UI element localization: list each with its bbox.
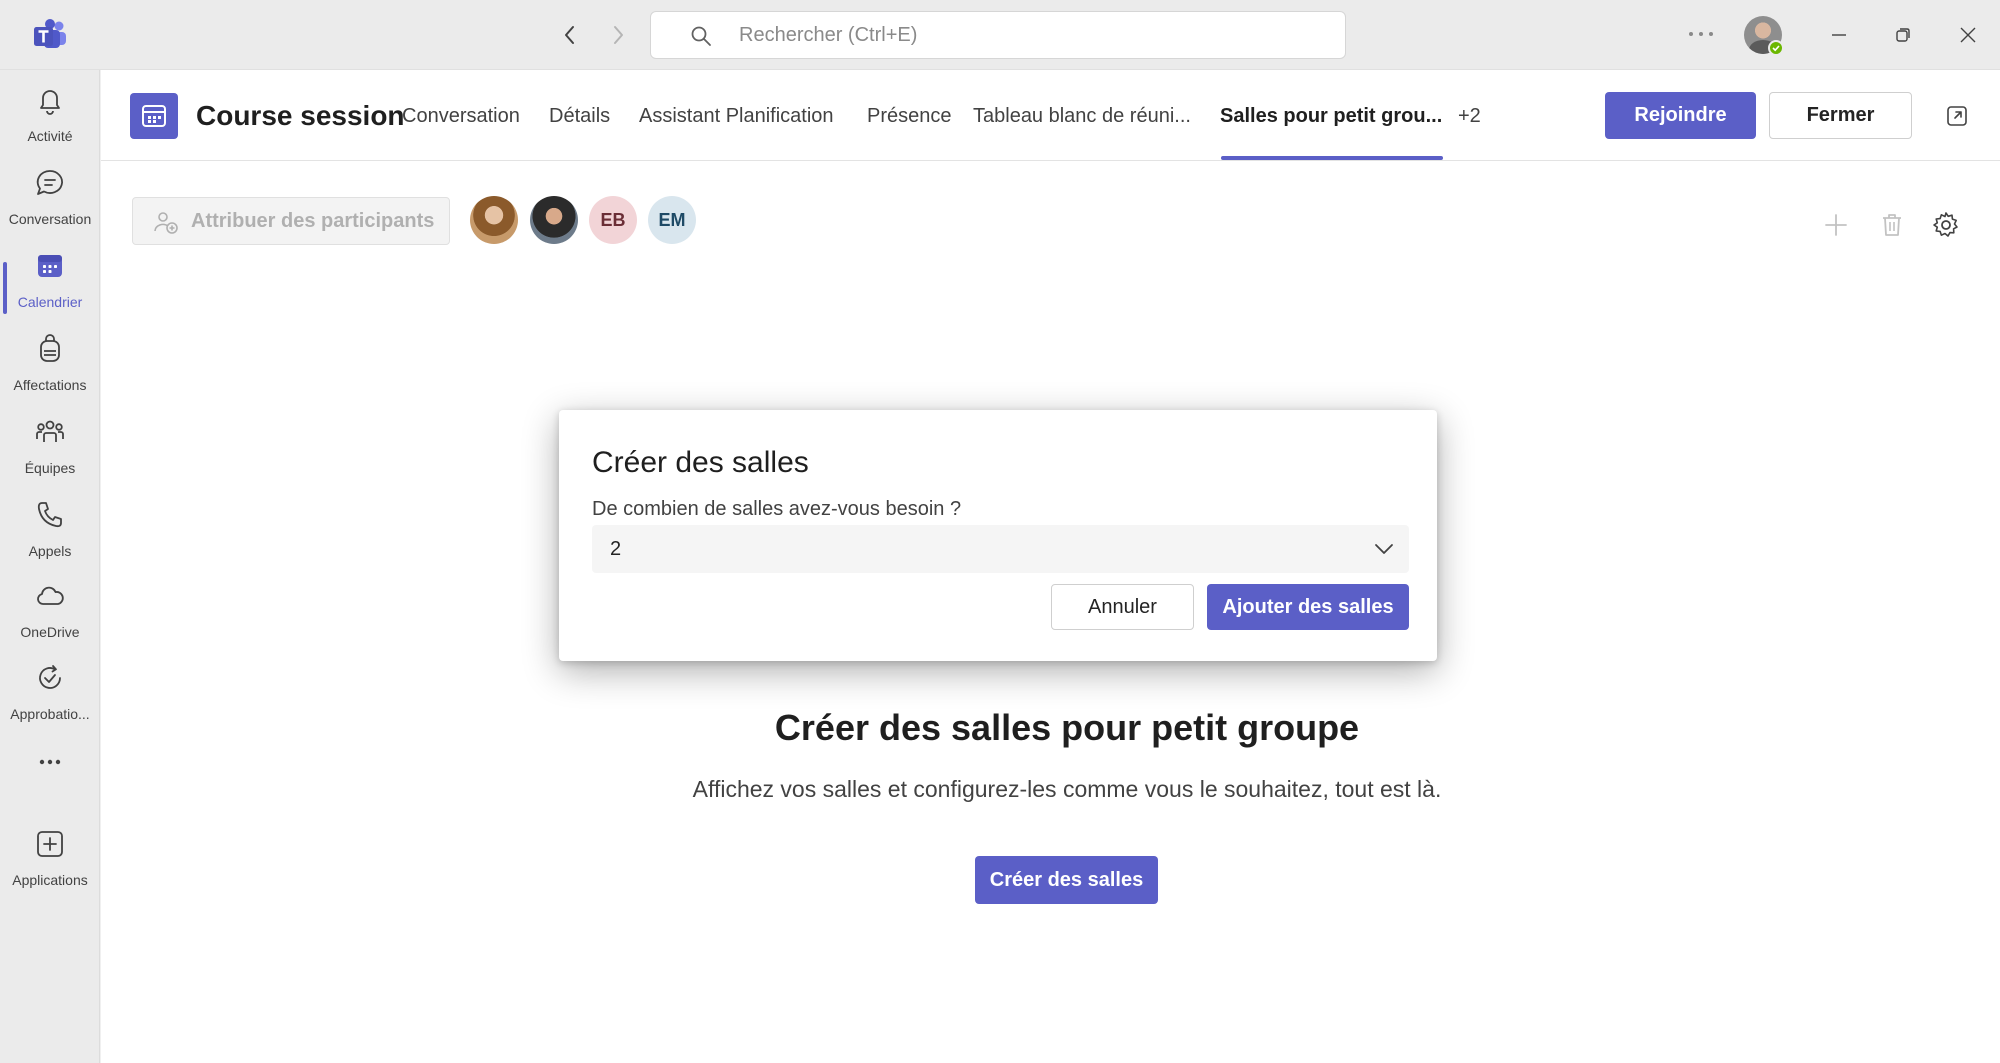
tab-whiteboard[interactable]: Tableau blanc de réuni... xyxy=(973,105,1191,128)
back-button[interactable] xyxy=(555,20,585,50)
participant-avatar[interactable] xyxy=(530,196,578,244)
minimize-button[interactable] xyxy=(1824,20,1854,50)
join-button[interactable]: Rejoindre xyxy=(1605,92,1756,139)
people-icon xyxy=(34,416,66,448)
add-person-icon xyxy=(153,209,179,235)
app-rail: Activité Conversation Calendrier Affecta… xyxy=(0,70,100,1063)
empty-state-title: Créer des salles pour petit groupe xyxy=(774,707,1360,748)
meeting-header: Course session Conversation Détails Assi… xyxy=(101,70,2000,161)
rail-item-onedrive[interactable]: OneDrive xyxy=(0,572,100,652)
phone-icon xyxy=(34,499,66,531)
rail-item-teams[interactable]: Équipes xyxy=(0,408,100,488)
rail-item-label: Équipes xyxy=(24,460,76,476)
search-icon xyxy=(689,24,713,48)
add-room-icon[interactable] xyxy=(1821,210,1851,240)
maximize-button[interactable] xyxy=(1888,20,1918,50)
rail-item-assignments[interactable]: Affectations xyxy=(0,325,100,405)
participant-avatar[interactable] xyxy=(470,196,518,244)
rail-item-calls[interactable]: Appels xyxy=(0,491,100,571)
rail-item-label: OneDrive xyxy=(20,624,80,640)
approvals-icon xyxy=(34,662,66,694)
page-title: Course session xyxy=(196,100,405,131)
chevron-left-icon xyxy=(562,24,578,46)
backpack-icon xyxy=(34,333,66,365)
rail-item-activity[interactable]: Activité xyxy=(0,76,100,156)
title-bar: Rechercher (Ctrl+E) xyxy=(0,0,2000,70)
rail-item-chat[interactable]: Conversation xyxy=(0,159,100,239)
add-app-icon xyxy=(34,828,66,860)
minimize-icon xyxy=(1830,26,1848,44)
rail-item-label: Approbatio... xyxy=(10,706,90,722)
rail-item-calendar[interactable]: Calendrier xyxy=(0,242,100,322)
participant-initials: EB xyxy=(600,209,626,230)
cloud-icon xyxy=(34,580,66,612)
assign-participants-label: Attribuer des participants xyxy=(191,210,435,232)
cancel-button[interactable]: Annuler xyxy=(1051,584,1194,630)
participant-avatar[interactable]: EB xyxy=(589,196,637,244)
rail-item-label: Conversation xyxy=(8,211,92,227)
bell-icon xyxy=(34,84,66,116)
tab-attendance[interactable]: Présence xyxy=(867,105,952,128)
empty-state-subtitle: Affichez vos salles et configurez-les co… xyxy=(692,776,1442,802)
tab-overflow[interactable]: +2 xyxy=(1458,105,1481,128)
rail-item-label: Applications xyxy=(12,872,88,888)
maximize-icon xyxy=(1894,26,1912,44)
close-icon xyxy=(1959,26,1977,44)
close-button[interactable]: Fermer xyxy=(1769,92,1912,139)
calendar-icon xyxy=(34,250,66,282)
tab-breakout-rooms[interactable]: Salles pour petit grou... xyxy=(1220,105,1442,128)
rail-item-label: Calendrier xyxy=(17,294,83,310)
participant-initials: EM xyxy=(658,209,686,230)
presence-available-icon xyxy=(1768,40,1784,56)
gear-icon[interactable] xyxy=(1931,210,1961,240)
meeting-calendar-icon xyxy=(130,93,178,139)
search-placeholder: Rechercher (Ctrl+E) xyxy=(739,24,918,46)
create-rooms-dialog: Créer des salles De combien de salles av… xyxy=(559,410,1437,661)
rail-item-label: Affectations xyxy=(13,377,87,393)
more-icon xyxy=(1688,31,1714,37)
rail-item-label: Activité xyxy=(27,128,73,144)
teams-logo-icon[interactable] xyxy=(32,18,68,52)
chevron-right-icon xyxy=(610,24,626,46)
rail-item-approvals[interactable]: Approbatio... xyxy=(0,654,100,734)
close-window-button[interactable] xyxy=(1953,20,1983,50)
create-rooms-button[interactable]: Créer des salles xyxy=(975,856,1158,904)
tab-details[interactable]: Détails xyxy=(549,105,610,128)
active-tab-indicator xyxy=(1221,156,1443,160)
more-options-button[interactable] xyxy=(1686,22,1716,46)
trash-icon[interactable] xyxy=(1877,210,1907,240)
forward-button[interactable] xyxy=(603,20,633,50)
search-input[interactable]: Rechercher (Ctrl+E) xyxy=(650,11,1346,59)
chat-icon xyxy=(34,167,66,199)
popout-icon[interactable] xyxy=(1945,104,1969,128)
chevron-down-icon xyxy=(1372,537,1396,561)
rail-item-label: Appels xyxy=(28,543,72,559)
rail-item-apps[interactable]: Applications xyxy=(0,820,100,900)
assign-participants-button[interactable]: Attribuer des participants xyxy=(132,197,450,245)
room-count-value: 2 xyxy=(610,538,622,560)
rail-item-more[interactable] xyxy=(0,742,100,782)
add-rooms-button[interactable]: Ajouter des salles xyxy=(1207,584,1409,630)
participant-avatar[interactable]: EM xyxy=(648,196,696,244)
room-count-label: De combien de salles avez-vous besoin ? xyxy=(592,498,962,520)
dialog-title: Créer des salles xyxy=(592,446,809,479)
tab-conversation[interactable]: Conversation xyxy=(402,105,520,128)
tab-scheduling-assistant[interactable]: Assistant Planification xyxy=(639,105,834,128)
room-count-dropdown[interactable]: 2 xyxy=(592,525,1409,573)
more-icon xyxy=(34,746,66,778)
